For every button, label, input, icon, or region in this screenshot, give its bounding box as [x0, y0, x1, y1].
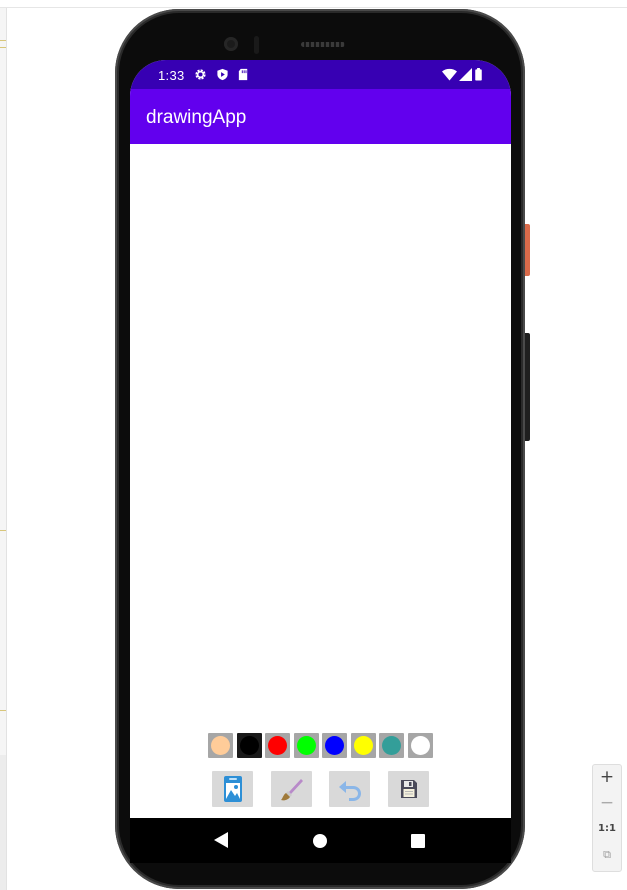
front-camera	[224, 37, 238, 51]
drawing-canvas[interactable]	[130, 144, 511, 734]
zoom-out-button[interactable]: −	[593, 793, 621, 813]
color-swatch-yellow[interactable]	[351, 733, 376, 758]
device-screen: 1:33 drawingApp	[130, 60, 511, 863]
recents-icon[interactable]	[411, 834, 425, 848]
swatch-dot	[211, 736, 230, 755]
swatch-dot	[240, 736, 259, 755]
ide-gutter-mark	[0, 710, 6, 711]
navigation-bar	[130, 818, 511, 863]
power-button[interactable]	[525, 224, 530, 276]
ide-gutter-mark	[0, 530, 6, 531]
shield-icon	[217, 68, 228, 81]
swatch-dot	[354, 736, 373, 755]
app-title: drawingApp	[146, 107, 247, 128]
ide-gutter-mark	[0, 40, 6, 41]
color-swatch-teal[interactable]	[379, 733, 404, 758]
color-swatch-green[interactable]	[294, 733, 319, 758]
status-bar: 1:33	[130, 60, 511, 89]
brush-icon	[280, 779, 303, 801]
swatch-dot	[268, 736, 287, 755]
battery-icon	[475, 68, 482, 81]
volume-button[interactable]	[525, 333, 530, 441]
gallery-icon	[223, 776, 242, 802]
app-bar: drawingApp	[130, 89, 511, 144]
ide-top-border	[0, 7, 627, 8]
fit-screen-button[interactable]: ⧉	[593, 848, 621, 862]
save-icon	[400, 780, 417, 798]
ide-gutter-panel	[0, 755, 6, 890]
swatch-dot	[325, 736, 344, 755]
ide-gutter-mark	[0, 47, 6, 48]
swatch-dot	[411, 736, 430, 755]
undo-icon	[338, 781, 361, 801]
back-icon[interactable]	[214, 832, 228, 848]
save-button[interactable]	[388, 771, 429, 807]
undo-button[interactable]	[329, 771, 370, 807]
color-swatch-red[interactable]	[265, 733, 290, 758]
proximity-sensor	[254, 36, 259, 54]
earpiece-speaker	[301, 42, 345, 47]
home-icon[interactable]	[313, 834, 327, 848]
actual-size-button[interactable]: 1:1	[593, 823, 621, 834]
brush-size-button[interactable]	[271, 771, 312, 807]
swatch-dot	[382, 736, 401, 755]
color-swatch-blue[interactable]	[322, 733, 347, 758]
signal-icon	[459, 68, 472, 81]
gallery-button[interactable]	[212, 771, 253, 807]
color-swatch-skin[interactable]	[208, 733, 233, 758]
gear-icon	[195, 69, 206, 80]
zoom-in-button[interactable]: +	[593, 767, 621, 787]
wifi-icon	[442, 68, 457, 81]
color-swatch-black[interactable]	[237, 733, 262, 758]
swatch-dot	[297, 736, 316, 755]
status-time: 1:33	[158, 68, 185, 83]
color-swatch-white[interactable]	[408, 733, 433, 758]
sd-card-icon	[238, 68, 248, 81]
zoom-controls: + − 1:1 ⧉	[592, 764, 622, 872]
